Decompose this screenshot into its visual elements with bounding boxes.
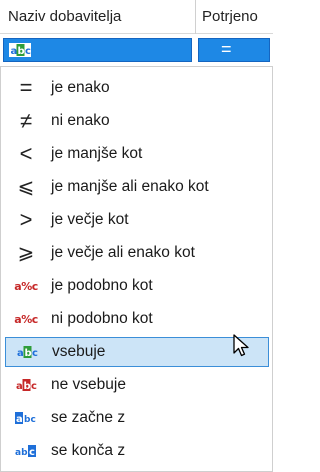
mouse-pointer-icon (233, 334, 249, 357)
menu-item-not-like[interactable]: a%c ni podobno kot (5, 305, 269, 335)
menu-item-less-or-equal[interactable]: ⩽ je manjše ali enako kot (5, 173, 269, 203)
svg-text:c: c (32, 348, 38, 359)
svg-text:b: b (18, 46, 25, 57)
svg-text:c: c (29, 447, 35, 458)
column-header-confirmed[interactable]: Potrjeno (196, 0, 273, 33)
filter-cell-supplier-name[interactable]: a b c (3, 38, 192, 62)
less-or-equal-icon: ⩽ (17, 176, 35, 198)
svg-text:a: a (16, 381, 23, 392)
menu-item-ends-with[interactable]: ab c se konča z (5, 437, 269, 467)
contains-icon[interactable]: a b c (9, 43, 31, 57)
filter-operator-menu: = je enako ≠ ni enako < je manjše kot ⩽ … (0, 66, 273, 472)
greater-or-equal-icon: ⩾ (17, 242, 35, 264)
svg-text:b: b (24, 381, 31, 392)
svg-text:a: a (11, 46, 18, 57)
menu-item-less-than[interactable]: < je manjše kot (5, 140, 269, 170)
menu-item-starts-with[interactable]: a bc se začne z (5, 404, 269, 434)
svg-text:a: a (17, 348, 24, 359)
svg-text:c: c (31, 381, 37, 392)
svg-text:ab: ab (15, 448, 28, 458)
greater-than-icon: > (19, 207, 33, 232)
starts-with-icon: a bc (11, 404, 41, 432)
less-than-icon: < (19, 141, 33, 166)
ends-with-icon: ab c (11, 437, 41, 465)
not-contains-icon: a b c (11, 371, 41, 399)
svg-text:bc: bc (24, 415, 36, 425)
not-equals-icon: ≠ (19, 108, 33, 133)
svg-text:b: b (25, 348, 32, 359)
menu-item-greater-than[interactable]: > je večje kot (5, 206, 269, 236)
svg-text:c: c (25, 46, 31, 57)
like-icon: a%c (14, 279, 38, 293)
contains-icon: a b c (12, 338, 42, 366)
not-like-icon: a%c (14, 312, 38, 326)
grid-header: Naziv dobavitelja Potrjeno (0, 0, 273, 34)
menu-item-like[interactable]: a%c je podobno kot (5, 272, 269, 302)
column-header-supplier-name[interactable]: Naziv dobavitelja (0, 0, 195, 33)
svg-text:a: a (16, 414, 23, 425)
filter-row: a b c = (0, 34, 273, 66)
menu-item-contains[interactable]: a b c vsebuje (5, 337, 269, 367)
equals-icon: = (19, 75, 33, 100)
menu-item-not-contains[interactable]: a b c ne vsebuje (5, 371, 269, 401)
menu-item-equals[interactable]: = je enako (5, 74, 269, 104)
filter-cell-confirmed[interactable]: = (198, 38, 270, 62)
menu-item-not-equals[interactable]: ≠ ni enako (5, 107, 269, 137)
menu-item-greater-or-equal[interactable]: ⩾ je večje ali enako kot (5, 239, 269, 269)
